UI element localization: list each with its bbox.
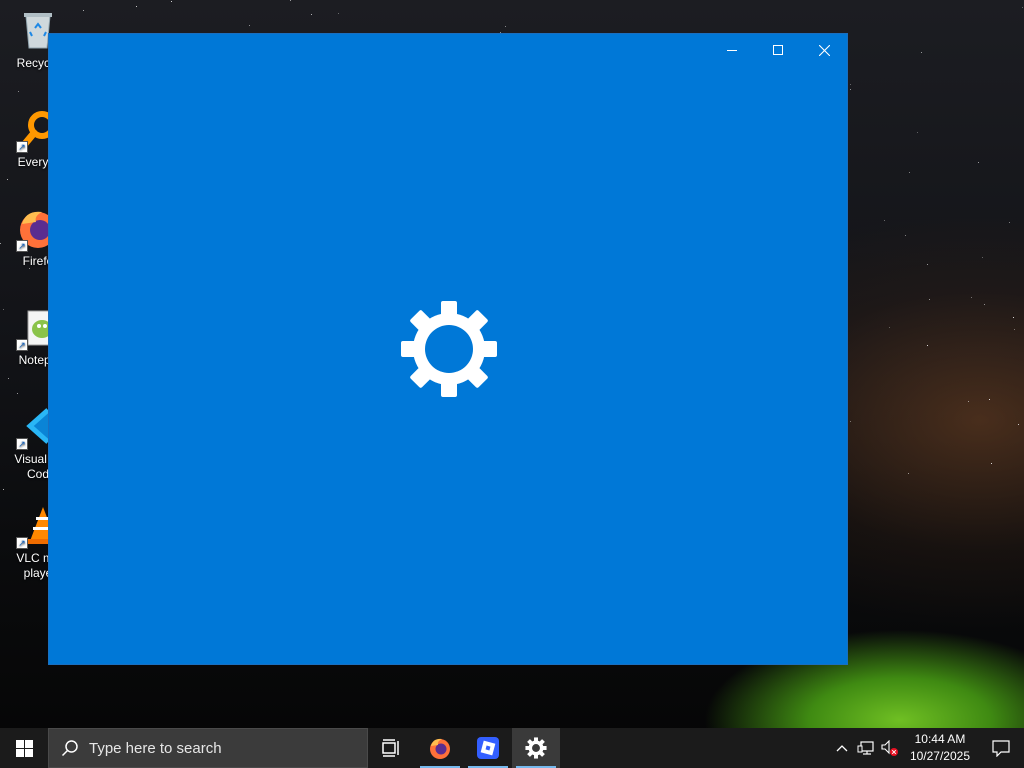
star <box>927 264 928 265</box>
star <box>889 327 890 328</box>
star <box>929 299 930 300</box>
firefox-icon <box>430 738 450 759</box>
clock[interactable]: 10:44 AM 10/27/2025 <box>902 731 978 765</box>
start-button[interactable] <box>0 728 48 768</box>
action-center-button[interactable] <box>978 728 1024 768</box>
clock-date: 10/27/2025 <box>909 749 970 763</box>
star <box>249 25 250 26</box>
show-hidden-icons-button[interactable] <box>830 728 854 768</box>
shortcut-arrow-icon: ↗ <box>16 141 28 153</box>
star <box>311 14 312 15</box>
star <box>991 463 992 464</box>
gear-icon <box>525 737 547 759</box>
star <box>989 399 990 400</box>
star <box>850 84 851 85</box>
star <box>1022 7 1023 8</box>
star <box>3 489 4 490</box>
search-box[interactable]: Type here to search <box>48 728 368 768</box>
star <box>338 13 339 14</box>
task-view-button[interactable] <box>368 728 416 768</box>
windows-logo-icon <box>15 739 33 757</box>
star <box>850 421 851 422</box>
volume-button[interactable] <box>878 728 902 768</box>
star <box>17 393 18 394</box>
star <box>1009 222 1010 223</box>
search-placeholder: Type here to search <box>89 739 222 757</box>
close-button[interactable] <box>801 34 847 66</box>
clock-time: 10:44 AM <box>914 732 966 746</box>
taskbar-settings-button[interactable] <box>512 728 560 768</box>
taskbar-roblox-button[interactable] <box>464 728 512 768</box>
star <box>505 26 506 27</box>
minimize-icon <box>727 50 737 51</box>
task-view-icon <box>382 739 399 757</box>
system-tray: 10:44 AM 10/27/2025 <box>830 728 1024 768</box>
star <box>971 297 972 298</box>
chevron-up-icon <box>836 745 848 752</box>
star <box>884 220 885 221</box>
star <box>1013 317 1014 318</box>
star <box>171 1 172 2</box>
star <box>921 52 922 53</box>
volume-muted-icon <box>881 740 898 756</box>
shortcut-arrow-icon: ↗ <box>16 438 28 450</box>
star <box>83 10 84 11</box>
star <box>905 235 906 236</box>
star <box>984 304 985 305</box>
maximize-button[interactable] <box>755 34 801 66</box>
star <box>968 401 969 402</box>
shortcut-arrow-icon: ↗ <box>16 537 28 549</box>
star <box>917 132 918 133</box>
network-button[interactable] <box>854 728 878 768</box>
maximize-icon <box>773 45 783 55</box>
search-icon <box>61 740 78 757</box>
gear-icon <box>399 299 499 399</box>
star <box>978 162 979 163</box>
star <box>850 89 851 90</box>
close-icon <box>818 44 830 56</box>
star <box>1018 424 1019 425</box>
star <box>1014 329 1015 330</box>
taskbar-firefox-button[interactable] <box>416 728 464 768</box>
settings-window[interactable] <box>48 33 848 665</box>
star <box>908 473 909 474</box>
roblox-icon <box>477 737 499 759</box>
notification-icon <box>992 739 1010 757</box>
star <box>136 6 137 7</box>
star <box>982 257 983 258</box>
star <box>290 0 291 1</box>
star <box>909 172 910 173</box>
shortcut-arrow-icon: ↗ <box>16 339 28 351</box>
star <box>927 345 928 346</box>
window-titlebar[interactable] <box>709 34 847 66</box>
shortcut-arrow-icon: ↗ <box>16 240 28 252</box>
minimize-button[interactable] <box>709 34 755 66</box>
network-icon <box>857 741 874 755</box>
taskbar: Type here to search 10:44 AM 10/27/2025 <box>0 728 1024 768</box>
